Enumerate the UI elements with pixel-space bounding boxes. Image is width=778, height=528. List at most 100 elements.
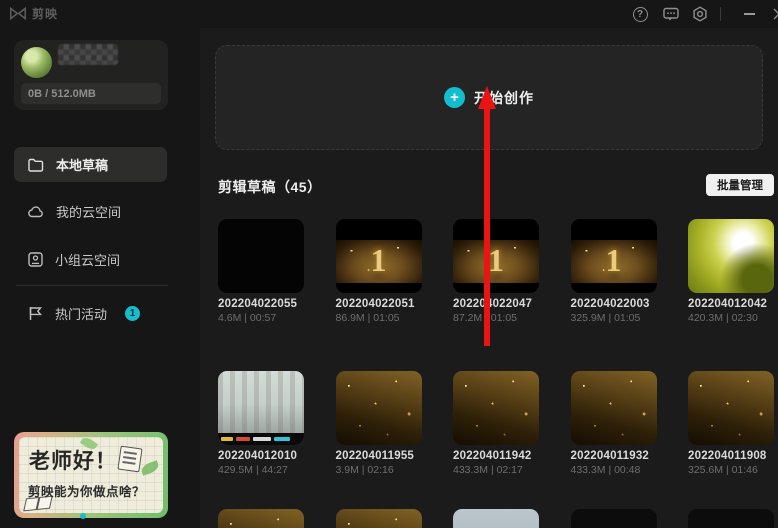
minimize-button[interactable] [738,3,760,25]
promo-banner[interactable]: 老师好！ 剪映能为你做点啥？ [14,432,168,519]
folder-icon [28,158,44,172]
gold-number-one: 1 [488,242,504,278]
draft-name: 202204011942 [453,450,532,462]
promo-title: 老师好！ [29,449,117,473]
draft-meta: 4.6M | 00:57 [218,312,277,324]
gold-number-one: 1 [370,242,387,278]
draft-name: 202204011932 [570,450,650,462]
feedback-button[interactable] [660,3,682,25]
app-logo-icon [10,7,26,20]
sidebar-item-hot-activities[interactable]: 热门活动 1 [14,296,167,331]
draft-thumbnail[interactable] [453,509,539,528]
user-avatar[interactable] [21,47,52,78]
plus-icon: + [444,87,465,108]
draft-card [335,509,422,528]
promo-subtitle: 剪映能为你做点啥？ [28,485,146,499]
draft-thumbnail[interactable] [570,509,657,528]
close-button[interactable] [768,3,778,25]
draft-meta: 433.3M | 00:48 [570,464,641,476]
sidebar-item-label: 本地草稿 [56,158,109,173]
draft-name: 202204022055 [218,298,298,310]
group-space-icon [28,252,43,267]
username-blurred [58,44,118,65]
draft-name: 202204011908 [688,450,767,462]
promo-banner-inner: 老师好！ 剪映能为你做点啥？ [19,437,163,513]
city-caption-strip [218,433,304,445]
sidebar-item-label: 我的云空间 [56,205,122,220]
carousel-dot[interactable] [80,513,86,519]
sidebar-item-label: 热门活动 [55,307,108,322]
draft-thumbnail[interactable] [335,509,422,528]
draft-thumbnail[interactable] [218,219,304,293]
draft-thumbnail[interactable] [218,371,304,445]
draft-thumbnail[interactable] [570,371,657,445]
draft-card [688,509,774,528]
draft-card [453,509,539,528]
draft-meta: 87.2M | 01:05 [453,312,518,324]
draft-name: 202204012010 [218,450,298,462]
batch-manage-button[interactable]: 批量管理 [706,174,774,196]
settings-button[interactable] [689,3,711,25]
draft-meta: 325.6M | 01:46 [688,464,758,476]
draft-name: 202204022051 [335,298,415,310]
draft-card: 202204022055 4.6M | 00:57 [218,219,304,324]
draft-name: 202204022003 [570,298,650,310]
app-window: 剪映 ? 0B / 512.0MB 本地草稿 我的云空间 小组云空间 热门活动 … [0,0,778,528]
start-creating-button[interactable]: + 开始创作 [215,45,763,150]
sidebar: 0B / 512.0MB 本地草稿 我的云空间 小组云空间 热门活动 1 老师好… [0,28,200,528]
user-card[interactable]: 0B / 512.0MB [14,40,168,110]
gold-band: 1 [453,240,539,283]
draft-meta: 325.9M | 01:05 [570,312,641,324]
draft-thumbnail[interactable] [335,371,422,445]
gold-number-one: 1 [605,242,622,278]
draft-card [570,509,657,528]
draft-thumbnail[interactable]: 1 [335,219,422,293]
storage-usage: 0B / 512.0MB [21,83,161,104]
draft-thumbnail[interactable]: 1 [570,219,657,293]
sidebar-divider [16,285,168,286]
gold-band: 1 [570,240,657,283]
draft-card: 1 202204022047 87.2M | 01:05 [453,219,539,324]
titlebar-divider [720,7,721,21]
titlebar: 剪映 ? [0,0,778,28]
draft-card: 202204012042 420.3M | 02:30 [688,219,774,324]
draft-meta: 86.9M | 01:05 [335,312,400,324]
draft-thumbnail[interactable] [688,219,774,293]
draft-card: 202204011932 433.3M | 00:48 [570,371,657,476]
draft-card: 202204011908 325.6M | 01:46 [688,371,774,476]
draft-meta: 420.3M | 02:30 [688,312,758,324]
sidebar-item-group-cloud[interactable]: 小组云空间 [14,242,167,277]
draft-name: 202204022047 [453,298,533,310]
draft-card [218,509,304,528]
app-name: 剪映 [32,7,59,21]
drafts-section-title: 剪辑草稿（45） [218,179,322,195]
draft-meta: 433.3M | 02:17 [453,464,523,476]
draft-meta: 3.9M | 02:16 [335,464,394,476]
gear-icon [693,6,707,22]
sidebar-item-local-drafts[interactable]: 本地草稿 [14,147,167,182]
sidebar-item-my-cloud[interactable]: 我的云空间 [14,194,167,229]
draft-thumbnail[interactable]: 1 [453,219,539,293]
activity-count-badge: 1 [125,306,141,321]
draft-card: 202204012010 429.5M | 44:27 [218,371,304,476]
drafts-header: 剪辑草稿（45） 批量管理 [218,174,774,198]
draft-card: 202204011942 433.3M | 02:17 [453,371,539,476]
leaf-decoration-icon [139,460,161,476]
drafts-row: 202204012010 429.5M | 44:27 202204011955… [218,371,774,476]
app-logo: 剪映 [10,5,58,22]
cloud-icon [28,206,43,218]
help-button[interactable]: ? [629,3,651,25]
main-panel: + 开始创作 剪辑草稿（45） 批量管理 202204022055 4.6M |… [200,28,778,528]
notebook-doodle-icon [117,445,143,473]
draft-thumbnail[interactable] [453,371,539,445]
help-icon: ? [632,6,648,22]
close-icon [773,8,778,20]
feedback-icon [663,7,679,20]
draft-thumbnail[interactable] [218,509,304,528]
draft-thumbnail[interactable] [688,509,774,528]
start-creating-label: 开始创作 [474,89,534,106]
minimize-icon [743,13,755,15]
drafts-row: 202204022055 4.6M | 00:57 1 202204022051… [218,219,774,324]
draft-thumbnail[interactable] [688,371,774,445]
draft-name: 202204012042 [688,298,768,310]
